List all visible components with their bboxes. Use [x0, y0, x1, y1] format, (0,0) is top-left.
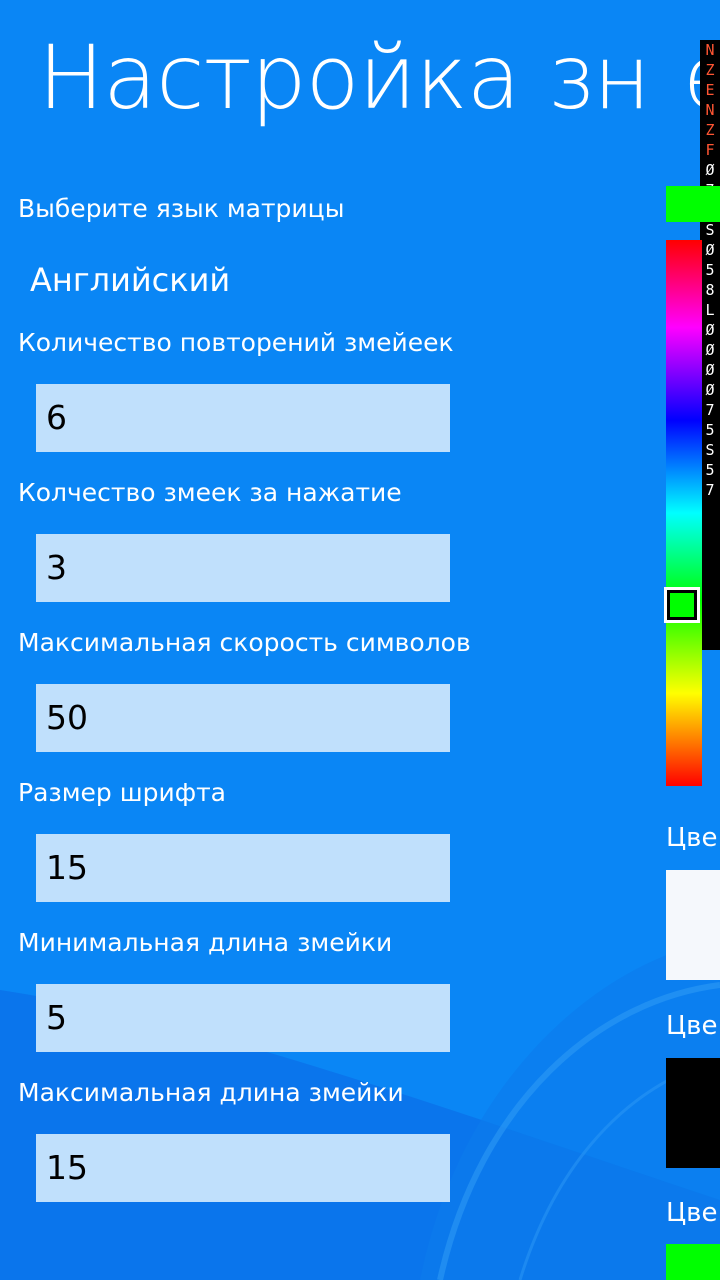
- matrix-glyph: S: [705, 441, 715, 459]
- color-swatch-1[interactable]: [666, 870, 720, 980]
- hue-slider-handle[interactable]: [664, 587, 700, 623]
- matrix-glyph: 5: [705, 261, 715, 279]
- repeat-count-label: Количество повторений змейеек: [18, 328, 454, 357]
- color-label-1: Цве: [666, 823, 718, 853]
- matrix-glyph: Z: [705, 61, 715, 79]
- font-size-input[interactable]: 15: [36, 834, 450, 902]
- matrix-glyph: Ø: [705, 241, 715, 259]
- page-title: Настройка знач: [38, 26, 650, 129]
- snakes-per-tap-label: Колчество змеек за нажатие: [18, 478, 402, 507]
- matrix-glyph: Z: [705, 121, 715, 139]
- matrix-glyph: 7: [705, 481, 715, 499]
- language-picker[interactable]: Английский: [30, 259, 230, 301]
- color-swatch-3[interactable]: [666, 1244, 720, 1280]
- max-speed-label: Максимальная скорость символов: [18, 628, 471, 657]
- matrix-glyph: N: [705, 101, 715, 119]
- matrix-glyph: 8: [705, 281, 715, 299]
- selected-color-preview: [666, 186, 720, 222]
- color-label-2: Цве: [666, 1011, 718, 1041]
- matrix-glyph: N: [705, 41, 715, 59]
- color-label-3: Цве: [666, 1198, 718, 1228]
- matrix-glyph: S: [705, 221, 715, 239]
- min-length-label: Минимальная длина змейки: [18, 928, 393, 957]
- max-speed-input[interactable]: 50: [36, 684, 450, 752]
- matrix-glyph: L: [705, 301, 715, 319]
- matrix-glyph: Ø: [705, 341, 715, 359]
- matrix-glyph: Ø: [705, 161, 715, 179]
- snakes-per-tap-input[interactable]: 3: [36, 534, 450, 602]
- max-length-label: Максимальная длина змейки: [18, 1078, 404, 1107]
- matrix-glyph: 5: [705, 421, 715, 439]
- matrix-glyph: Ø: [705, 321, 715, 339]
- matrix-glyph: F: [705, 141, 715, 159]
- max-length-input[interactable]: 15: [36, 1134, 450, 1202]
- language-label: Выберите язык матрицы: [18, 194, 345, 223]
- matrix-glyph: Ø: [705, 361, 715, 379]
- matrix-preview-strip: NZENZFØ79SØ58LØØØØ75S57: [700, 40, 720, 650]
- matrix-glyph: E: [705, 81, 715, 99]
- hue-slider[interactable]: [666, 240, 702, 786]
- matrix-glyph: 5: [705, 461, 715, 479]
- repeat-count-input[interactable]: 6: [36, 384, 450, 452]
- matrix-glyph: 7: [705, 401, 715, 419]
- color-swatch-2[interactable]: [666, 1058, 720, 1168]
- font-size-label: Размер шрифта: [18, 778, 226, 807]
- matrix-glyph: Ø: [705, 381, 715, 399]
- min-length-input[interactable]: 5: [36, 984, 450, 1052]
